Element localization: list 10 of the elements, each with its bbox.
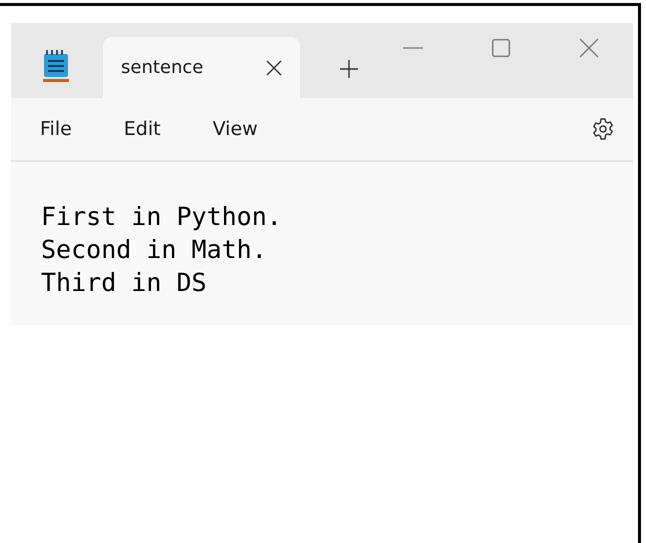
document-tab[interactable]: sentence bbox=[103, 37, 300, 98]
menu-item[interactable]: Edit bbox=[110, 112, 174, 146]
add-icon[interactable] bbox=[340, 60, 358, 78]
menu-item[interactable]: File bbox=[27, 112, 85, 146]
settings-icon[interactable] bbox=[591, 117, 615, 141]
close-icon[interactable] bbox=[266, 60, 282, 76]
menu-item[interactable]: View bbox=[200, 112, 271, 146]
notepad-icon bbox=[43, 50, 69, 82]
maximize-icon[interactable] bbox=[492, 39, 510, 57]
minimize-icon[interactable] bbox=[403, 47, 423, 49]
